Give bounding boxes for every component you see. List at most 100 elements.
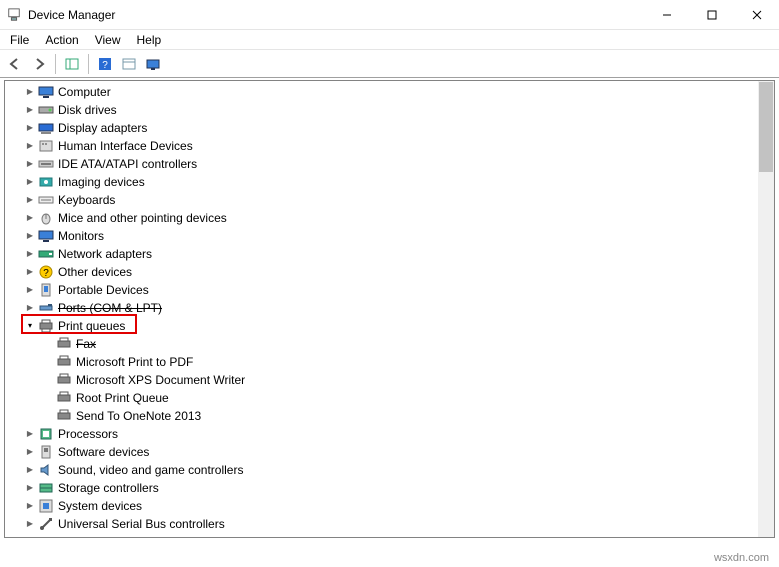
keyboard-icon xyxy=(38,192,54,208)
tree-node-display-adapters[interactable]: ▶ Display adapters xyxy=(7,119,758,137)
tree-node-computer[interactable]: ▶ Computer xyxy=(7,83,758,101)
menu-action[interactable]: Action xyxy=(39,31,84,49)
mouse-icon xyxy=(38,210,54,226)
tree-node-monitors[interactable]: ▶ Monitors xyxy=(7,227,758,245)
tree-node-label: Microsoft XPS Document Writer xyxy=(76,371,245,389)
tree-node-disk-drives[interactable]: ▶ Disk drives xyxy=(7,101,758,119)
chevron-right-icon[interactable]: ▶ xyxy=(23,175,37,189)
vertical-scrollbar[interactable] xyxy=(758,81,774,537)
help-button[interactable]: ? xyxy=(94,53,116,75)
chevron-right-icon[interactable]: ▶ xyxy=(23,103,37,117)
tree-node-root-print-queue[interactable]: Root Print Queue xyxy=(7,389,758,407)
properties-button[interactable] xyxy=(118,53,140,75)
tree-node-ms-print-pdf[interactable]: Microsoft Print to PDF xyxy=(7,353,758,371)
tree-node-software-devices[interactable]: ▶ Software devices xyxy=(7,443,758,461)
device-tree-panel: ▶ Computer ▶ Disk drives ▶ Display adapt… xyxy=(4,80,775,538)
tree-node-label: Display adapters xyxy=(58,119,147,137)
chevron-right-icon[interactable]: ▶ xyxy=(23,445,37,459)
imaging-icon xyxy=(38,174,54,190)
chevron-right-icon[interactable]: ▶ xyxy=(23,229,37,243)
tree-node-network[interactable]: ▶ Network adapters xyxy=(7,245,758,263)
tree-node-fax[interactable]: Fax xyxy=(7,335,758,353)
tree-node-mice[interactable]: ▶ Mice and other pointing devices xyxy=(7,209,758,227)
minimize-button[interactable] xyxy=(644,0,689,29)
tree-node-label: Fax xyxy=(76,335,96,353)
disk-drive-icon xyxy=(38,102,54,118)
tree-node-label: Software devices xyxy=(58,443,149,461)
chevron-right-icon[interactable]: ▶ xyxy=(23,85,37,99)
tree-node-ms-xps-writer[interactable]: Microsoft XPS Document Writer xyxy=(7,371,758,389)
tree-node-print-queues[interactable]: ▾ Print queues xyxy=(7,317,758,335)
tree-node-hid[interactable]: ▶ Human Interface Devices xyxy=(7,137,758,155)
storage-controller-icon xyxy=(38,480,54,496)
printer-icon xyxy=(56,354,72,370)
scan-hardware-button[interactable] xyxy=(142,53,164,75)
chevron-down-icon[interactable]: ▾ xyxy=(23,319,37,333)
chevron-right-icon[interactable]: ▶ xyxy=(23,265,37,279)
menu-file[interactable]: File xyxy=(4,31,35,49)
tree-node-label: Portable Devices xyxy=(58,281,149,299)
portable-device-icon xyxy=(38,282,54,298)
back-button[interactable] xyxy=(4,53,26,75)
tree-node-keyboards[interactable]: ▶ Keyboards xyxy=(7,191,758,209)
chevron-right-icon[interactable]: ▶ xyxy=(23,121,37,135)
scrollbar-thumb[interactable] xyxy=(759,82,773,172)
tree-node-label: Mice and other pointing devices xyxy=(58,209,227,227)
printer-icon xyxy=(56,408,72,424)
ide-controller-icon xyxy=(38,156,54,172)
show-hide-console-tree-button[interactable] xyxy=(61,53,83,75)
chevron-right-icon[interactable]: ▶ xyxy=(23,499,37,513)
chevron-right-icon[interactable]: ▶ xyxy=(23,157,37,171)
tree-node-label: Sound, video and game controllers xyxy=(58,461,243,479)
app-icon xyxy=(6,7,22,23)
hid-icon xyxy=(38,138,54,154)
chevron-right-icon[interactable]: ▶ xyxy=(23,247,37,261)
tree-node-storage[interactable]: ▶ Storage controllers xyxy=(7,479,758,497)
tree-node-ports[interactable]: ▶ Ports (COM & LPT) xyxy=(7,299,758,317)
chevron-right-icon[interactable]: ▶ xyxy=(23,427,37,441)
tree-node-system-devices[interactable]: ▶ System devices xyxy=(7,497,758,515)
chevron-right-icon[interactable]: ▶ xyxy=(23,301,37,315)
ports-icon xyxy=(38,300,54,316)
tree-node-processors[interactable]: ▶ Processors xyxy=(7,425,758,443)
tree-node-label: Human Interface Devices xyxy=(58,137,193,155)
printer-icon xyxy=(38,318,54,334)
forward-button[interactable] xyxy=(28,53,50,75)
tree-node-label: Print queues xyxy=(58,317,125,335)
maximize-button[interactable] xyxy=(689,0,734,29)
close-button[interactable] xyxy=(734,0,779,29)
software-device-icon xyxy=(38,444,54,460)
tree-node-label: System devices xyxy=(58,497,142,515)
chevron-right-icon[interactable]: ▶ xyxy=(23,193,37,207)
monitor-icon xyxy=(38,228,54,244)
chevron-right-icon[interactable]: ▶ xyxy=(23,283,37,297)
tree-node-usb[interactable]: ▶ Universal Serial Bus controllers xyxy=(7,515,758,533)
tree-node-label: Processors xyxy=(58,425,118,443)
chevron-right-icon[interactable]: ▶ xyxy=(23,463,37,477)
display-adapter-icon xyxy=(38,120,54,136)
tree-node-label: Storage controllers xyxy=(58,479,159,497)
chevron-right-icon[interactable]: ▶ xyxy=(23,517,37,531)
tree-node-label: Computer xyxy=(58,83,111,101)
tree-node-label: Microsoft Print to PDF xyxy=(76,353,193,371)
chevron-right-icon[interactable]: ▶ xyxy=(23,139,37,153)
tree-node-sound[interactable]: ▶ Sound, video and game controllers xyxy=(7,461,758,479)
tree-node-imaging[interactable]: ▶ Imaging devices xyxy=(7,173,758,191)
watermark: wsxdn.com xyxy=(710,551,773,565)
device-tree[interactable]: ▶ Computer ▶ Disk drives ▶ Display adapt… xyxy=(7,83,758,535)
toolbar-separator xyxy=(55,54,56,74)
tree-node-other-devices[interactable]: ▶ ? Other devices xyxy=(7,263,758,281)
tree-node-ide[interactable]: ▶ IDE ATA/ATAPI controllers xyxy=(7,155,758,173)
toolbar: ? xyxy=(0,50,779,78)
menu-view[interactable]: View xyxy=(89,31,127,49)
usb-icon xyxy=(38,516,54,532)
svg-text:?: ? xyxy=(43,268,49,279)
menu-help[interactable]: Help xyxy=(131,31,168,49)
tree-node-portable-devices[interactable]: ▶ Portable Devices xyxy=(7,281,758,299)
printer-icon xyxy=(56,390,72,406)
tree-node-send-to-onenote[interactable]: Send To OneNote 2013 xyxy=(7,407,758,425)
other-devices-icon: ? xyxy=(38,264,54,280)
tree-node-label: Universal Serial Bus controllers xyxy=(58,515,225,533)
chevron-right-icon[interactable]: ▶ xyxy=(23,481,37,495)
chevron-right-icon[interactable]: ▶ xyxy=(23,211,37,225)
